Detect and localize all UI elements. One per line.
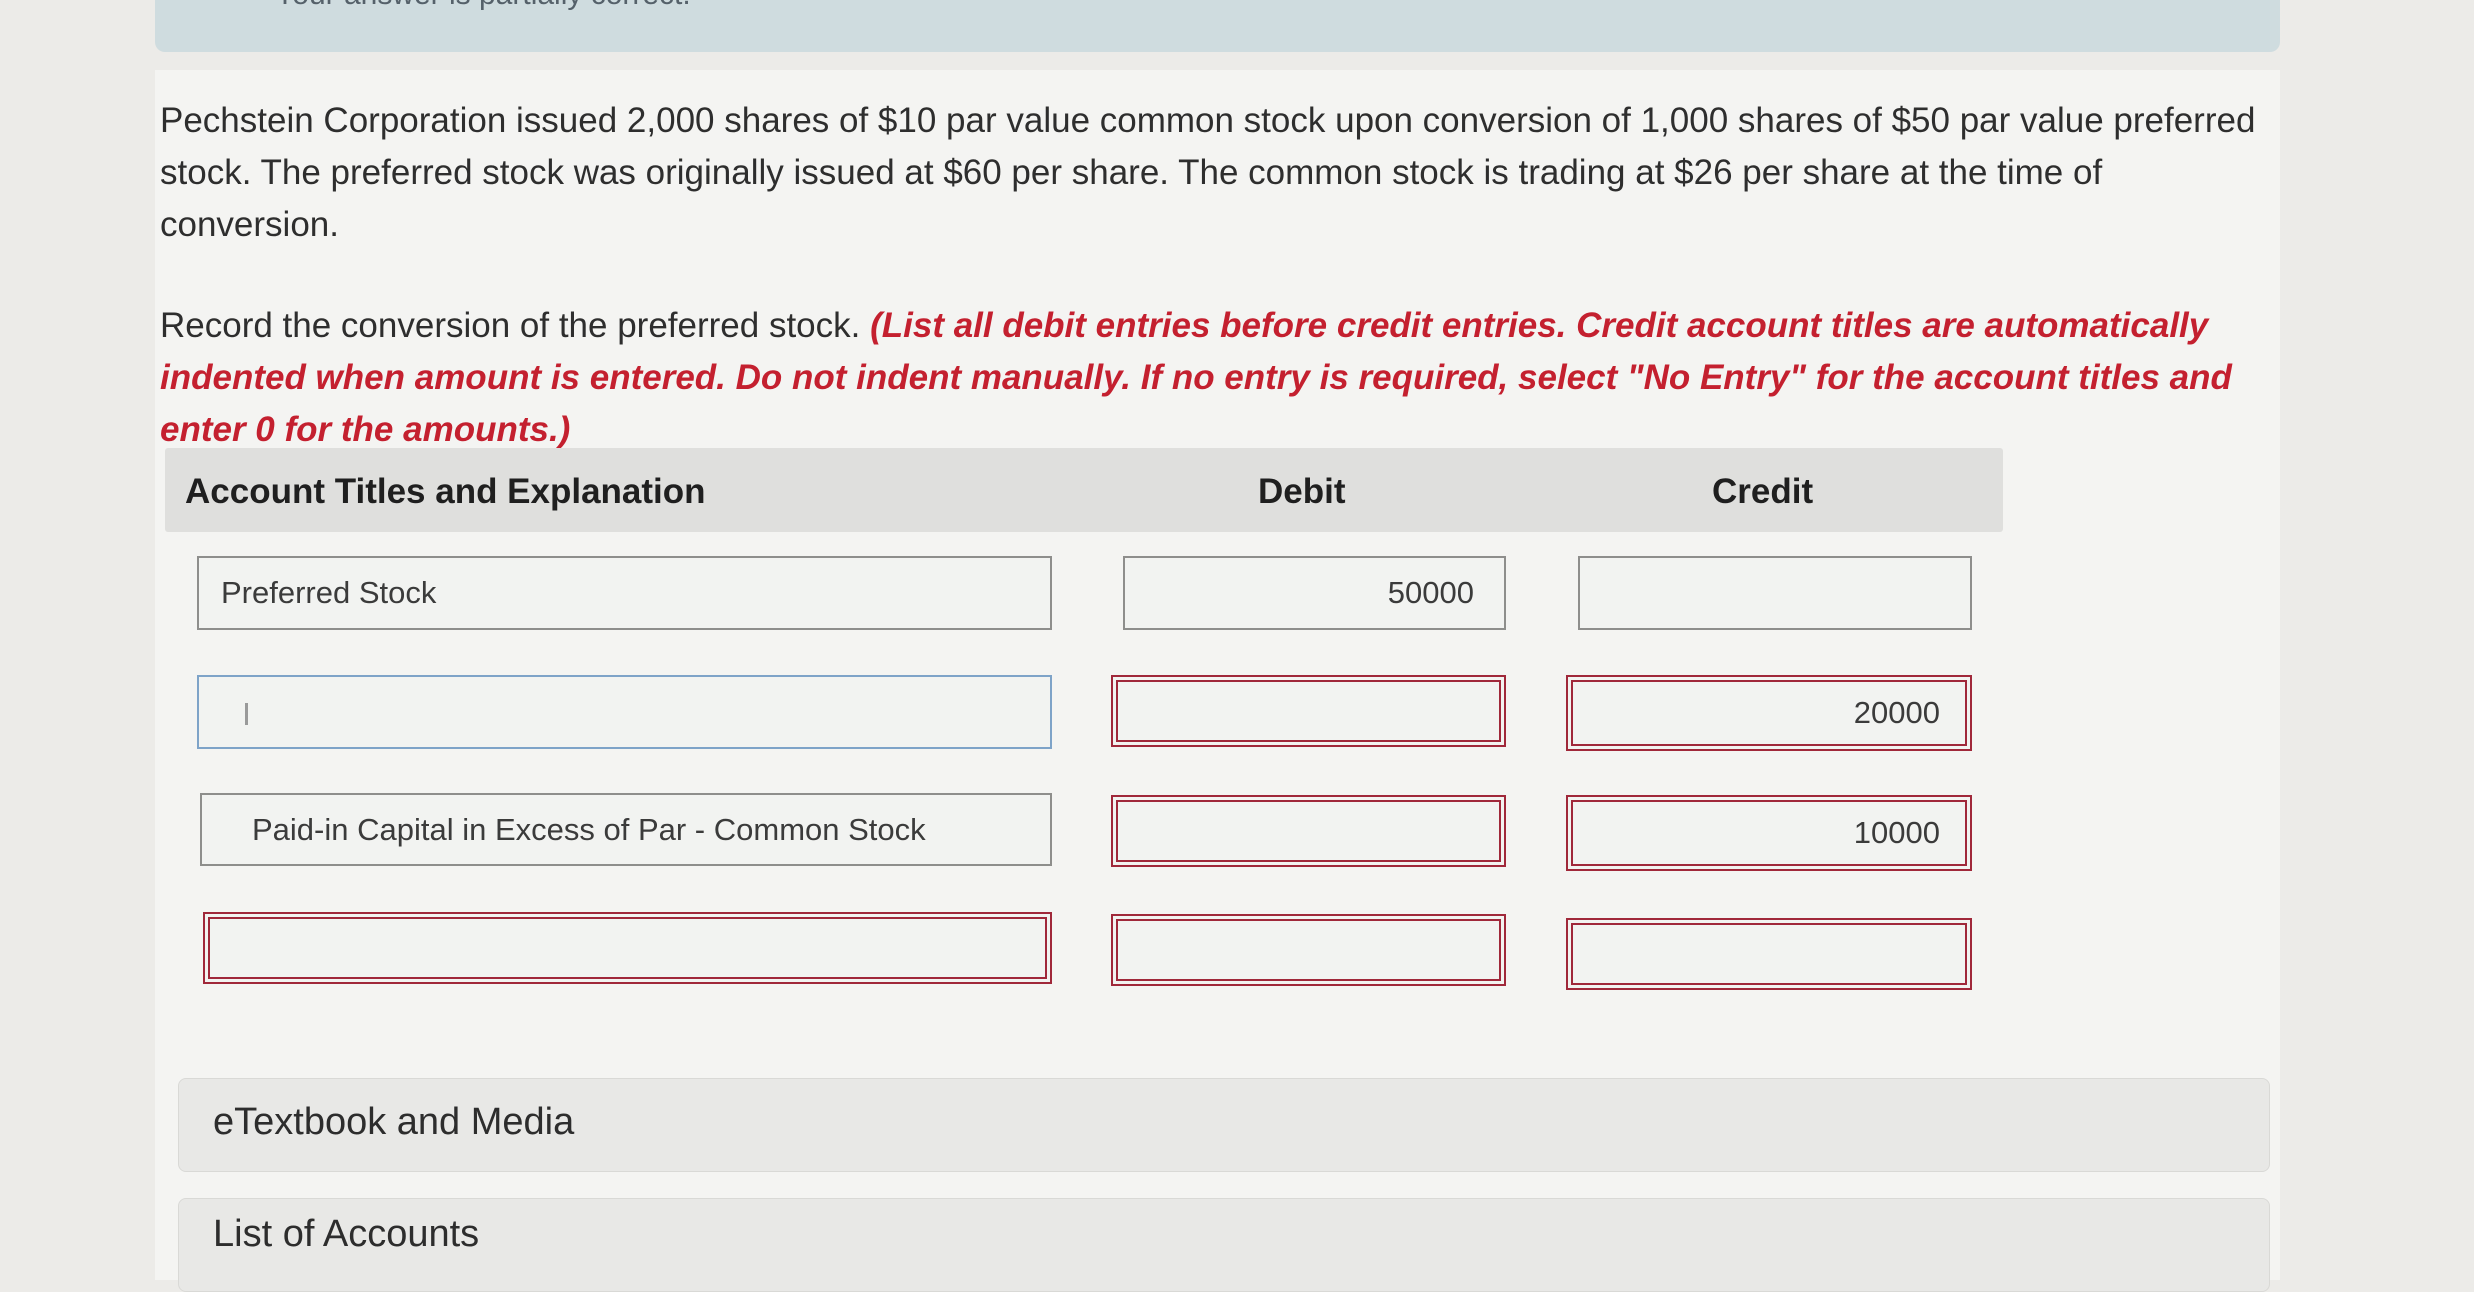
credit-value: 10000 [1853,815,1940,850]
header-credit: Credit [1712,472,1814,511]
debit-field-row-4[interactable] [1111,914,1506,986]
debit-value: 50000 [1387,575,1474,610]
debit-field-row-1[interactable]: 50000 [1123,556,1506,630]
feedback-banner: Your answer is partially correct. [155,0,2280,52]
debit-field-row-3[interactable] [1111,795,1506,867]
credit-field-row-2[interactable]: 20000 [1566,675,1972,751]
account-field-row-3[interactable]: Paid-in Capital in Excess of Par - Commo… [200,793,1052,866]
question-text: Pechstein Corporation issued 2,000 share… [160,101,2256,244]
credit-field-row-3[interactable]: 10000 [1566,795,1972,871]
account-value: Paid-in Capital in Excess of Par - Commo… [252,811,926,847]
header-account-titles: Account Titles and Explanation [185,472,706,511]
etextbook-media-panel[interactable]: eTextbook and Media [178,1078,2270,1172]
journal-table-header: Account Titles and Explanation Debit Cre… [165,448,2003,532]
credit-field-row-4[interactable] [1566,918,1972,990]
account-value: Preferred Stock [221,575,437,610]
header-debit: Debit [1258,472,1346,511]
list-of-accounts-panel[interactable]: List of Accounts [178,1198,2270,1292]
credit-field-row-1[interactable] [1578,556,1972,630]
list-of-accounts-label: List of Accounts [213,1213,480,1255]
etextbook-media-label: eTextbook and Media [213,1101,575,1143]
instruction-lead: Record the conversion of the preferred s… [160,306,861,345]
debit-field-row-2[interactable] [1111,675,1506,747]
credit-value: 20000 [1853,695,1940,730]
account-field-row-2[interactable] [197,675,1052,749]
feedback-text: Your answer is partially correct. [275,0,691,12]
account-field-row-4[interactable] [203,912,1052,984]
account-field-row-1[interactable]: Preferred Stock [197,556,1052,630]
text-cursor [245,703,248,725]
instruction: Record the conversion of the preferred s… [160,300,2270,456]
